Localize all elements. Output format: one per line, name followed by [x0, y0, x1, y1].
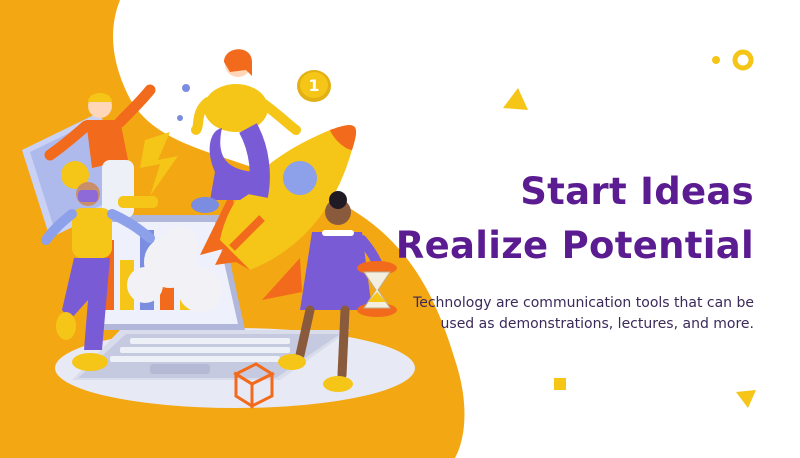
small-square-shape [554, 378, 566, 390]
triangle-shape-bottom [736, 390, 756, 408]
headline-line-2: Realize Potential [395, 224, 754, 267]
hero-text-block: Start Ideas Realize Potential Technology… [334, 165, 754, 335]
triangle-shape-top [503, 88, 528, 110]
slide: 1 Start Ideas Realize Potential Technolo… [0, 0, 800, 458]
description-line-1: Technology are communication tools that … [413, 295, 754, 311]
violet-dot-shape-2 [177, 115, 183, 121]
violet-dot-shape [182, 84, 190, 92]
coin-icon: 1 [297, 70, 331, 102]
ring-shape [732, 49, 754, 71]
description-text: Technology are communication tools that … [334, 293, 754, 335]
headline-line-1: Start Ideas [520, 170, 754, 213]
coin-label: 1 [308, 76, 319, 95]
small-dot-shape [712, 56, 720, 64]
description-line-2: used as demonstrations, lectures, and mo… [440, 316, 754, 332]
